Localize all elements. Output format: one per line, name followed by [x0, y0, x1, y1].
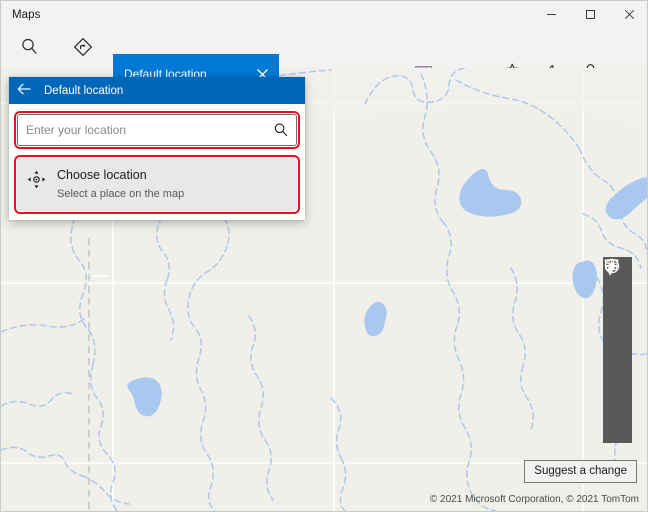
app-title: Maps	[12, 8, 41, 21]
my-location-button[interactable]	[603, 258, 632, 371]
minimize-button[interactable]	[532, 1, 571, 28]
window-controls	[532, 1, 647, 28]
map-controls-panel	[603, 257, 632, 443]
flyout-body: Choose location Select a place on the ma…	[9, 104, 305, 220]
back-arrow-icon	[17, 82, 32, 100]
location-search-box[interactable]	[14, 111, 300, 149]
directions-icon	[73, 37, 93, 62]
zoom-out-button[interactable]	[603, 265, 632, 443]
title-bar: Maps	[1, 1, 647, 28]
maps-app-window: Maps Default location Suggest a change ©…	[0, 0, 648, 512]
main-toolbar: Default location Road	[1, 28, 647, 94]
directions-button[interactable]	[63, 31, 103, 67]
zoom-in-button[interactable]	[603, 259, 632, 407]
choose-location-move-icon	[27, 166, 49, 194]
maximize-button[interactable]	[571, 1, 610, 28]
back-button[interactable]	[9, 77, 39, 104]
cities-3d-button[interactable]	[603, 259, 632, 335]
choose-location-title: Choose location	[57, 168, 147, 182]
close-button[interactable]	[610, 1, 647, 28]
choose-location-item[interactable]: Choose location Select a place on the ma…	[14, 155, 300, 214]
search-icon	[20, 37, 39, 61]
search-icon	[274, 123, 288, 137]
default-location-flyout: Default location Enter your location Cho…	[9, 77, 305, 220]
map-attribution: © 2021 Microsoft Corporation, © 2021 Tom…	[429, 494, 639, 505]
flyout-title: Default location	[44, 84, 124, 97]
choose-location-subtitle: Select a place on the map	[57, 188, 185, 200]
suggest-a-change-button[interactable]: Suggest a change	[524, 460, 637, 483]
location-search-submit-button[interactable]	[266, 115, 296, 145]
choose-location-text: Choose location Select a place on the ma…	[57, 166, 184, 202]
flyout-header: Default location	[9, 77, 305, 104]
location-search-input[interactable]	[18, 123, 266, 137]
search-button[interactable]	[9, 31, 49, 67]
